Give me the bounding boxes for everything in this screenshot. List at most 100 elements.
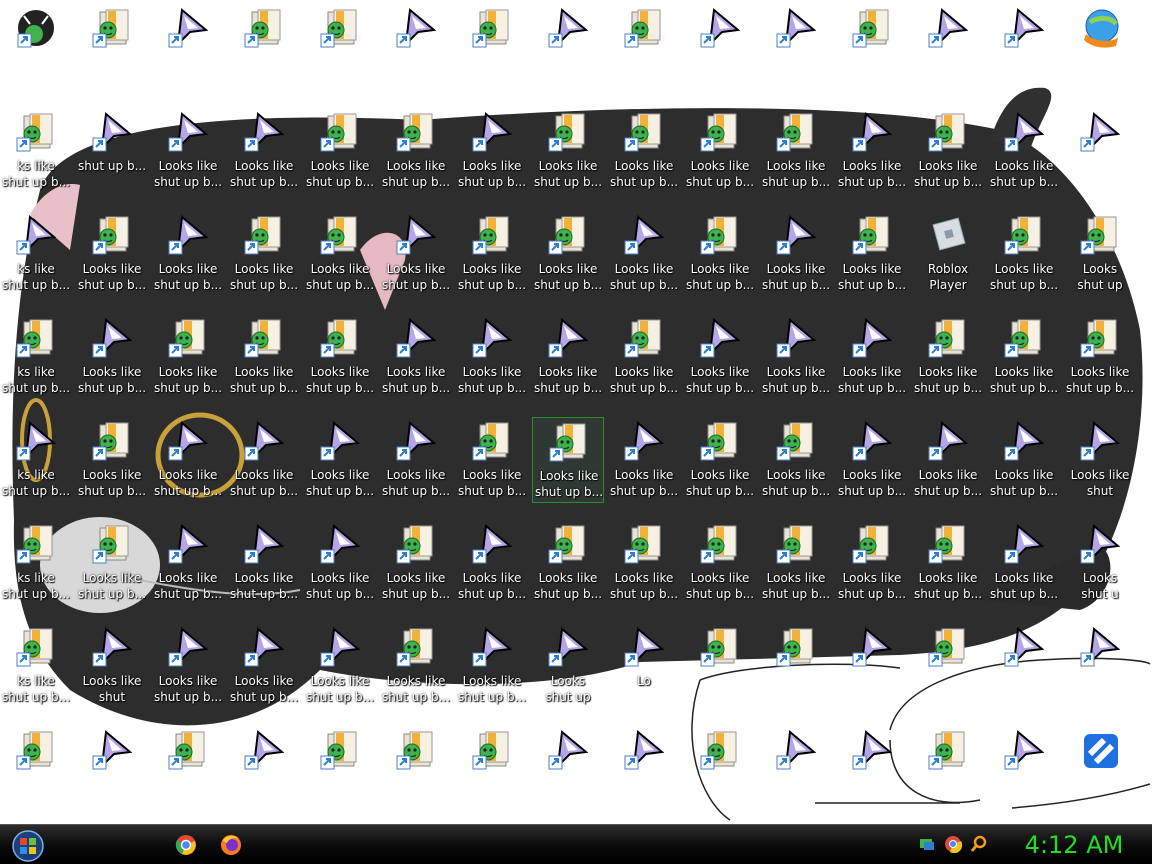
- desktop-icon[interactable]: [380, 726, 452, 812]
- desktop-icon[interactable]: Looks like shut up b...: [228, 417, 300, 503]
- desktop-icon[interactable]: [684, 623, 756, 709]
- desktop-icon[interactable]: ks like shut up b...: [0, 623, 72, 709]
- desktop-icon[interactable]: ks like shut up b...: [0, 314, 72, 400]
- desktop-icon[interactable]: Looks like shut up b...: [532, 417, 604, 503]
- desktop-icon[interactable]: [988, 623, 1060, 709]
- desktop-icon[interactable]: Looks like shut up b...: [380, 108, 452, 194]
- desktop-icon[interactable]: Looks like shut up b...: [456, 314, 528, 400]
- desktop-icon[interactable]: [1064, 623, 1136, 709]
- desktop-icon[interactable]: Looks like shut: [1064, 417, 1136, 503]
- desktop-icon[interactable]: [760, 726, 832, 812]
- desktop-icon[interactable]: Looks like shut up b...: [836, 314, 908, 400]
- desktop-icon[interactable]: Looks like shut up b...: [456, 623, 528, 709]
- desktop-icon[interactable]: Looks like shut up b...: [760, 417, 832, 503]
- desktop-icon[interactable]: Looks like shut up b...: [456, 520, 528, 606]
- desktop-icon[interactable]: Looks like shut up b...: [152, 623, 224, 709]
- desktop-icon-roblox-player[interactable]: Roblox Player: [912, 211, 984, 297]
- desktop-icon[interactable]: Looks like shut up b...: [380, 623, 452, 709]
- desktop-icon[interactable]: Looks like shut up b...: [380, 520, 452, 606]
- desktop-icon[interactable]: Looks like shut up b...: [836, 520, 908, 606]
- desktop-icon[interactable]: [76, 4, 148, 90]
- desktop-icon[interactable]: Looks shut up: [1064, 211, 1136, 297]
- desktop-icon[interactable]: Looks like shut up b...: [304, 108, 376, 194]
- desktop-icon[interactable]: Looks like shut up b...: [152, 211, 224, 297]
- taskbar-firefox-button[interactable]: [219, 833, 243, 857]
- desktop-icon[interactable]: [304, 4, 376, 90]
- desktop-icon[interactable]: Looks like shut up b...: [684, 520, 756, 606]
- desktop-icon[interactable]: Looks like shut up b...: [532, 211, 604, 297]
- desktop-icon[interactable]: [0, 726, 72, 812]
- desktop-icon[interactable]: [684, 4, 756, 90]
- desktop-icon[interactable]: Looks like shut up b...: [228, 314, 300, 400]
- desktop-icon[interactable]: Looks like shut: [76, 623, 148, 709]
- desktop-icon[interactable]: [836, 623, 908, 709]
- desktop-icon[interactable]: Looks like shut up b...: [988, 108, 1060, 194]
- desktop-icon[interactable]: [912, 623, 984, 709]
- desktop-icon[interactable]: [684, 726, 756, 812]
- desktop-icon[interactable]: Looks like shut up b...: [608, 211, 680, 297]
- desktop-icon[interactable]: [456, 4, 528, 90]
- desktop-icon[interactable]: [836, 726, 908, 812]
- desktop-icon[interactable]: Looks shut up: [532, 623, 604, 709]
- taskbar-clock[interactable]: 4:12 AM: [1004, 829, 1144, 861]
- desktop-icon[interactable]: [152, 726, 224, 812]
- desktop-icon[interactable]: [836, 4, 908, 90]
- network-icon[interactable]: [918, 835, 936, 853]
- desktop-icon[interactable]: [912, 4, 984, 90]
- desktop-icon[interactable]: Looks like shut up b...: [76, 314, 148, 400]
- chrome-tray-icon[interactable]: [944, 835, 963, 854]
- desktop-icon[interactable]: Looks like shut up b...: [684, 314, 756, 400]
- desktop-icon[interactable]: Looks like shut up b...: [684, 417, 756, 503]
- desktop-icon[interactable]: [912, 726, 984, 812]
- desktop-icon[interactable]: Looks like shut up b...: [836, 417, 908, 503]
- desktop-icon[interactable]: [152, 4, 224, 90]
- desktop-icon[interactable]: Looks like shut up b...: [988, 211, 1060, 297]
- desktop-icon[interactable]: Looks like shut up b...: [532, 314, 604, 400]
- desktop-icon[interactable]: ks like shut up b...: [0, 211, 72, 297]
- start-button[interactable]: [4, 826, 44, 864]
- desktop-icon[interactable]: Looks like shut up b...: [912, 520, 984, 606]
- desktop-icon[interactable]: [0, 4, 72, 90]
- desktop-icon[interactable]: Looks like shut up b...: [380, 417, 452, 503]
- desktop-icon[interactable]: Looks like shut up b...: [76, 211, 148, 297]
- desktop-icon[interactable]: ks like shut up b...: [0, 108, 72, 194]
- desktop-icon[interactable]: Looks like shut up b...: [152, 417, 224, 503]
- desktop-icon[interactable]: ks like shut up b...: [0, 520, 72, 606]
- desktop-icon[interactable]: [228, 726, 300, 812]
- desktop-icon[interactable]: [304, 726, 376, 812]
- desktop-icon[interactable]: Looks like shut up b...: [608, 520, 680, 606]
- desktop-icon[interactable]: [1064, 726, 1136, 812]
- desktop-icon[interactable]: Looks like shut up b...: [912, 417, 984, 503]
- desktop-icon[interactable]: Looks like shut up b...: [152, 520, 224, 606]
- desktop-icon[interactable]: Looks like shut up b...: [836, 211, 908, 297]
- desktop-icon[interactable]: Looks like shut up b...: [836, 108, 908, 194]
- desktop-icon[interactable]: Looks like shut up b...: [228, 211, 300, 297]
- desktop-icon[interactable]: Looks like shut up b...: [456, 417, 528, 503]
- desktop-icon[interactable]: [760, 623, 832, 709]
- desktop-icon[interactable]: Looks like shut up b...: [456, 108, 528, 194]
- desktop-icon[interactable]: [1064, 4, 1136, 90]
- desktop-icon[interactable]: [228, 4, 300, 90]
- desktop-icon[interactable]: Looks like shut up b...: [608, 417, 680, 503]
- desktop-icon[interactable]: [608, 4, 680, 90]
- desktop-icon[interactable]: Looks like shut up b...: [912, 108, 984, 194]
- desktop-icon[interactable]: Looks like shut up b...: [912, 314, 984, 400]
- desktop-icon[interactable]: Looks like shut up b...: [760, 314, 832, 400]
- desktop-icon[interactable]: Looks like shut up b...: [228, 108, 300, 194]
- desktop-icon[interactable]: [760, 4, 832, 90]
- desktop-icon[interactable]: Looks like shut up b...: [76, 520, 148, 606]
- desktop-icon[interactable]: Looks shut u: [1064, 520, 1136, 606]
- desktop-icon[interactable]: Looks like shut up b...: [760, 520, 832, 606]
- desktop-icon[interactable]: Looks like shut up b...: [988, 314, 1060, 400]
- desktop-icon[interactable]: Looks like shut up b...: [228, 520, 300, 606]
- desktop-icon[interactable]: Looks like shut up b...: [304, 520, 376, 606]
- desktop-icon[interactable]: Lo: [608, 623, 680, 709]
- desktop-icon[interactable]: ks like shut up b...: [0, 417, 72, 503]
- desktop-icon[interactable]: [608, 726, 680, 812]
- desktop-icon[interactable]: Looks like shut up b...: [760, 211, 832, 297]
- desktop-icon[interactable]: Looks like shut up b...: [380, 314, 452, 400]
- desktop-icon[interactable]: Looks like shut up b...: [304, 314, 376, 400]
- desktop-icon[interactable]: [988, 4, 1060, 90]
- desktop-icon[interactable]: [532, 4, 604, 90]
- desktop[interactable]: ks like shut up b... shut up b... Looks lik…: [0, 0, 1152, 824]
